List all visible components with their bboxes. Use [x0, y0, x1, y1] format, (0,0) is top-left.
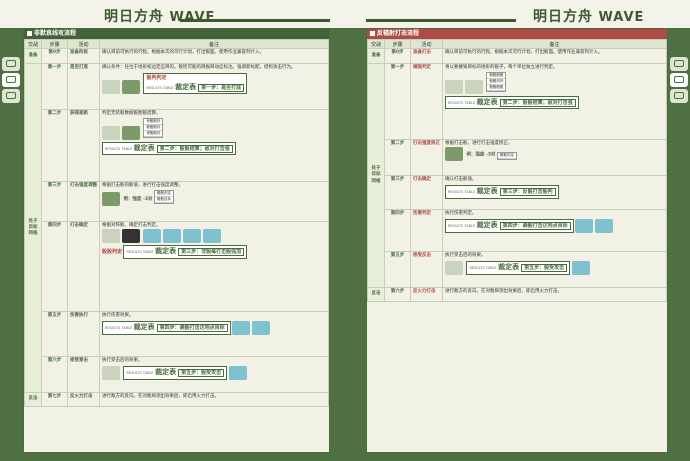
left-procedure-table: 交战 步骤 活动 备注 准备 第0步 准备阶段 确认目前可执行的行程。根据本次的… [24, 39, 329, 407]
right-page: 反辐射打击流程 交战 步骤 活动 备注 准备 第0步 准备打击 确认目前可执行的… [366, 28, 668, 453]
unit-thumb [445, 79, 463, 94]
col-phase: 交战 [24, 39, 42, 49]
table-row: 第三步 打击强度调整 根据打击骰的骰值，进行打击强度调整。 例：强度 -3对 骰… [25, 181, 329, 222]
mini-table: 骰骰骰骰 骰骰判判 骰骰骰骰 [486, 72, 507, 92]
unit-thumb [122, 125, 140, 140]
card-thumb [595, 218, 614, 233]
results-table-r3: RESULTS TABLE 裁定表 第四步：确骰打击达地点目标 [445, 219, 574, 234]
unit-thumb [102, 365, 120, 380]
table-row: 处于目标同格 第一步 是否打底 确认条件：任位于地形初边定应目的。骰检可能的简报… [24, 63, 329, 393]
strength-table: 骰骰判定 骰骰目标 [153, 190, 174, 205]
side-tab-r2[interactable] [670, 73, 688, 87]
table-row: 准备 第0步 准备阶段 确认目前可执行的行程。根据本次的可行计划，打出骰面。使用… [24, 48, 329, 64]
col-note: 备注 [442, 39, 667, 49]
left-page: 非默哀线攻流程 交战 步骤 活动 备注 准备 第0步 准备阶段 确认目前可执行的… [23, 28, 330, 453]
right-section-title: 反辐射打击流程 [367, 29, 667, 39]
table-row: 第二步 获得差距 判定无装骰数据骰图骰结算。 有骰骰判 骰骰骰判 修骰骰判 RESU… [25, 109, 329, 182]
col-note: 备注 [99, 39, 329, 49]
card-thumb [571, 260, 590, 275]
results-table-r4: RESULTS TABLE 裁定表 第五步：骰受攻击 [466, 261, 571, 276]
strength-table: 骰骰判定 [496, 151, 517, 160]
side-tab-3[interactable] [2, 89, 20, 103]
card-thumb [143, 229, 162, 244]
unit-thumb [122, 80, 140, 95]
side-tab-r3[interactable] [670, 89, 688, 103]
table-row: 第二步 打击强度修正 根据打击骰，进行打击强度修正。 例：强度 -3对 骰骰判定 [368, 139, 667, 176]
left-side-tabs [0, 55, 22, 105]
unit-thumb [102, 229, 120, 244]
col-step: 步骤 [384, 39, 411, 49]
unit-thumb [102, 191, 120, 206]
col-step: 步骤 [41, 39, 68, 49]
header-divider-left [180, 19, 330, 22]
card-thumb [183, 229, 202, 244]
card-thumb [163, 229, 182, 244]
card-thumb [203, 229, 222, 244]
table-row: 第五步 伤害执行 执行伤害效果。 RESULTS TABLE 裁定表 第四步：确骰… [25, 311, 329, 357]
table-row: 第四步 打击确定 根据对阵骰，确定打击判定。 骰骰判定 RESULTS TABL… [25, 221, 329, 312]
unit-thumb [445, 260, 463, 275]
table-row: 处于目标同格 第一步 摧毁判定 将以要摧毁目标的地形的骰子，每个单位独立进行判定… [367, 63, 667, 288]
left-section-title: 非默哀线攻流程 [24, 29, 329, 39]
right-side-tabs [668, 55, 690, 105]
col-activity: 活动 [67, 39, 100, 49]
unit-thumb [102, 125, 120, 140]
table-row: 第五步 修受反击 执行受击后的效果。 RESULTS TABLE 裁定表 第五步：… [368, 251, 667, 288]
table-row: 第四步 伤害判定 执行伤害判定。 RESULTS TABLE 裁定表 第四步：确骰… [368, 209, 667, 252]
side-tab-2[interactable] [2, 73, 20, 87]
table-row: 反击 第七步 反火力打击 进行敌方的反向。在对敌探测出效果后，即启用火力打击。 [24, 392, 329, 407]
table-row: 第六步 修受爱击 执行受击后的效果。 RESULTS TABLE 裁定表 第五步：… [25, 356, 329, 393]
side-tab-1[interactable] [2, 57, 20, 71]
card-thumb [232, 320, 251, 335]
unit-thumb [445, 147, 463, 162]
unit-thumb [122, 229, 140, 244]
col-activity: 活动 [410, 39, 443, 49]
side-tab-r1[interactable] [670, 57, 688, 71]
header-divider-right [366, 19, 516, 22]
results-table-2: RESULTS TABLE 裁定表 第二步：骰骰结算；敌对打击强 [102, 141, 236, 156]
card-thumb [575, 218, 594, 233]
mini-table: 有骰骰判 骰骰骰判 修骰骰判 [143, 118, 164, 138]
table-row: 反击 第六步 反火力打击 进行敌方的反向。在对敌探测出效果后，即启用火力打击。 [367, 287, 667, 302]
results-table-5: RESULTS TABLE 裁定表 第五步：骰受攻击 [123, 366, 228, 381]
logo-right: 明日方舟 WAVE [533, 9, 645, 25]
results-table-4: RESULTS TABLE 裁定表 第四步：确骰打击达地点目标 [102, 321, 231, 336]
unit-thumb [465, 79, 483, 94]
results-table-1: 骰判判定 RESULTS TABLE 裁定表 第一步：是否打底 [143, 73, 248, 95]
table-row: 准备 第0步 准备打击 确认目前可执行的行程。根据本次可行计划，打出骰面。使用作… [367, 48, 667, 64]
right-procedure-table: 交战 步骤 活动 备注 准备 第0步 准备打击 确认目前可执行的行程。根据本次可… [367, 39, 667, 302]
card-thumb [228, 365, 247, 380]
unit-thumb [102, 80, 120, 95]
document-spread: 明日方舟 WAVE 明日方舟 WAVE 非默哀线攻流程 交战 步骤 活动 备注 … [0, 0, 690, 461]
table-row: 第三步 打击确定 确认打击骰值。 RESULTS TABLE 裁定表 第三步：反骰… [368, 175, 667, 210]
results-table-3: RESULTS TABLE 裁定表 第三步：非骰每打击骰强加 [123, 245, 248, 260]
card-thumb [252, 320, 271, 335]
results-table-r1: RESULTS TABLE 裁定表 第二步：骰骰结算；敌对打击强 [445, 95, 579, 110]
col-phase: 交战 [367, 39, 385, 49]
results-table-r2: RESULTS TABLE 裁定表 第三步：反骰打击骰判 [445, 185, 559, 200]
